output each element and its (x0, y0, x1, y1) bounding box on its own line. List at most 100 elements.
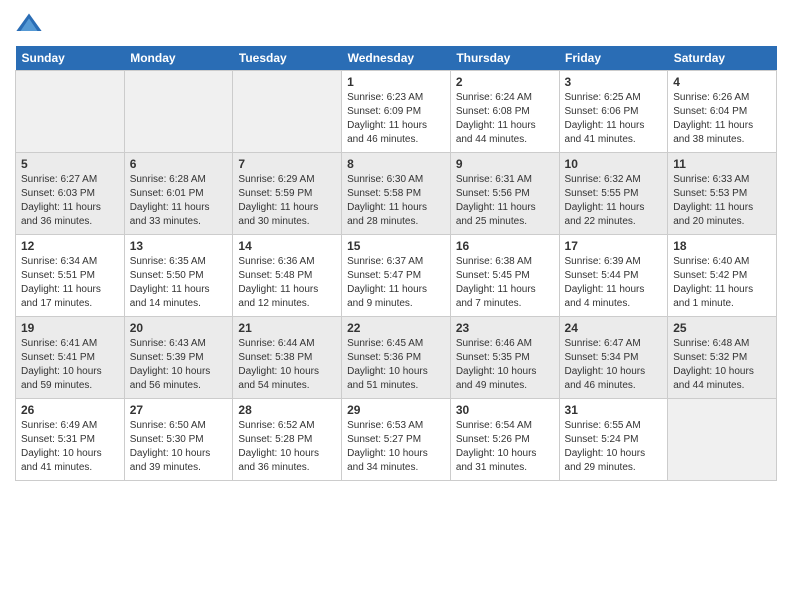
day-number: 13 (130, 239, 228, 253)
day-info: Sunrise: 6:35 AMSunset: 5:50 PMDaylight:… (130, 255, 228, 311)
day-info: Sunrise: 6:53 AMSunset: 5:27 PMDaylight:… (347, 419, 445, 475)
day-info: Sunrise: 6:27 AMSunset: 6:03 PMDaylight:… (21, 173, 119, 229)
day-info: Sunrise: 6:46 AMSunset: 5:35 PMDaylight:… (456, 337, 554, 393)
page-container: SundayMondayTuesdayWednesdayThursdayFrid… (0, 0, 792, 491)
calendar-cell (16, 71, 125, 153)
day-number: 28 (238, 403, 336, 417)
day-info: Sunrise: 6:50 AMSunset: 5:30 PMDaylight:… (130, 419, 228, 475)
calendar-cell: 24 Sunrise: 6:47 AMSunset: 5:34 PMDayligh… (559, 317, 668, 399)
calendar-cell: 30Sunrise: 6:54 AMSunset: 5:26 PMDayligh… (450, 399, 559, 481)
day-info: Sunrise: 6:54 AMSunset: 5:26 PMDaylight:… (456, 419, 554, 475)
calendar-cell: 27 Sunrise: 6:50 AMSunset: 5:30 PMDayligh… (124, 399, 233, 481)
day-number: 1 (347, 75, 445, 89)
calendar-row-3: 12 Sunrise: 6:34 AMSunset: 5:51 PMDayligh… (16, 235, 777, 317)
calendar-table: SundayMondayTuesdayWednesdayThursdayFrid… (15, 46, 777, 481)
day-info: Sunrise: 6:33 AMSunset: 5:53 PMDaylight:… (673, 173, 771, 229)
day-number: 19 (21, 321, 119, 335)
calendar-cell: 14 Sunrise: 6:36 AMSunset: 5:48 PMDayligh… (233, 235, 342, 317)
logo (15, 10, 46, 38)
calendar-row-5: 26 Sunrise: 6:49 AMSunset: 5:31 PMDayligh… (16, 399, 777, 481)
day-info: Sunrise: 6:29 AMSunset: 5:59 PMDaylight:… (238, 173, 336, 229)
calendar-cell: 12 Sunrise: 6:34 AMSunset: 5:51 PMDayligh… (16, 235, 125, 317)
weekday-header-thursday: Thursday (450, 46, 559, 71)
day-number: 24 (565, 321, 663, 335)
day-number: 4 (673, 75, 771, 89)
day-number: 21 (238, 321, 336, 335)
day-number: 9 (456, 157, 554, 171)
day-info: Sunrise: 6:38 AMSunset: 5:45 PMDaylight:… (456, 255, 554, 311)
calendar-cell: 6Sunrise: 6:28 AMSunset: 6:01 PMDaylight… (124, 153, 233, 235)
day-number: 6 (130, 157, 228, 171)
day-number: 27 (130, 403, 228, 417)
day-number: 31 (565, 403, 663, 417)
day-info: Sunrise: 6:44 AMSunset: 5:38 PMDaylight:… (238, 337, 336, 393)
day-info: Sunrise: 6:48 AMSunset: 5:32 PMDaylight:… (673, 337, 771, 393)
day-number: 8 (347, 157, 445, 171)
calendar-cell: 20Sunrise: 6:43 AMSunset: 5:39 PMDayligh… (124, 317, 233, 399)
calendar-cell: 15 Sunrise: 6:37 AMSunset: 5:47 PMDayligh… (342, 235, 451, 317)
day-info: Sunrise: 6:55 AMSunset: 5:24 PMDaylight:… (565, 419, 663, 475)
day-info: Sunrise: 6:36 AMSunset: 5:48 PMDaylight:… (238, 255, 336, 311)
day-number: 25 (673, 321, 771, 335)
calendar-cell: 4 Sunrise: 6:26 AMSunset: 6:04 PMDaylight… (668, 71, 777, 153)
calendar-row-2: 5 Sunrise: 6:27 AMSunset: 6:03 PMDaylight… (16, 153, 777, 235)
day-info: Sunrise: 6:34 AMSunset: 5:51 PMDaylight:… (21, 255, 119, 311)
day-info: Sunrise: 6:37 AMSunset: 5:47 PMDaylight:… (347, 255, 445, 311)
calendar-cell: 21 Sunrise: 6:44 AMSunset: 5:38 PMDayligh… (233, 317, 342, 399)
day-number: 29 (347, 403, 445, 417)
calendar-row-4: 19Sunrise: 6:41 AMSunset: 5:41 PMDayligh… (16, 317, 777, 399)
calendar-cell: 25 Sunrise: 6:48 AMSunset: 5:32 PMDayligh… (668, 317, 777, 399)
calendar-row-1: 1 Sunrise: 6:23 AMSunset: 6:09 PMDaylight… (16, 71, 777, 153)
day-number: 17 (565, 239, 663, 253)
day-number: 20 (130, 321, 228, 335)
calendar-cell: 5 Sunrise: 6:27 AMSunset: 6:03 PMDaylight… (16, 153, 125, 235)
calendar-cell: 22Sunrise: 6:45 AMSunset: 5:36 PMDayligh… (342, 317, 451, 399)
day-info: Sunrise: 6:47 AMSunset: 5:34 PMDaylight:… (565, 337, 663, 393)
day-info: Sunrise: 6:49 AMSunset: 5:31 PMDaylight:… (21, 419, 119, 475)
calendar-cell: 7 Sunrise: 6:29 AMSunset: 5:59 PMDaylight… (233, 153, 342, 235)
day-info: Sunrise: 6:30 AMSunset: 5:58 PMDaylight:… (347, 173, 445, 229)
calendar-cell: 10Sunrise: 6:32 AMSunset: 5:55 PMDayligh… (559, 153, 668, 235)
calendar-cell: 8 Sunrise: 6:30 AMSunset: 5:58 PMDaylight… (342, 153, 451, 235)
calendar-cell: 23Sunrise: 6:46 AMSunset: 5:35 PMDayligh… (450, 317, 559, 399)
calendar-cell: 19Sunrise: 6:41 AMSunset: 5:41 PMDayligh… (16, 317, 125, 399)
day-number: 18 (673, 239, 771, 253)
weekday-header-friday: Friday (559, 46, 668, 71)
calendar-header-row: SundayMondayTuesdayWednesdayThursdayFrid… (16, 46, 777, 71)
weekday-header-sunday: Sunday (16, 46, 125, 71)
day-info: Sunrise: 6:23 AMSunset: 6:09 PMDaylight:… (347, 91, 445, 147)
day-number: 16 (456, 239, 554, 253)
calendar-cell: 31 Sunrise: 6:55 AMSunset: 5:24 PMDayligh… (559, 399, 668, 481)
day-number: 3 (565, 75, 663, 89)
day-number: 26 (21, 403, 119, 417)
day-number: 15 (347, 239, 445, 253)
day-number: 11 (673, 157, 771, 171)
weekday-header-saturday: Saturday (668, 46, 777, 71)
weekday-header-wednesday: Wednesday (342, 46, 451, 71)
calendar-cell: 9 Sunrise: 6:31 AMSunset: 5:56 PMDaylight… (450, 153, 559, 235)
calendar-cell: 18 Sunrise: 6:40 AMSunset: 5:42 PMDayligh… (668, 235, 777, 317)
day-info: Sunrise: 6:52 AMSunset: 5:28 PMDaylight:… (238, 419, 336, 475)
day-number: 2 (456, 75, 554, 89)
calendar-cell (668, 399, 777, 481)
weekday-header-tuesday: Tuesday (233, 46, 342, 71)
day-info: Sunrise: 6:31 AMSunset: 5:56 PMDaylight:… (456, 173, 554, 229)
calendar-cell: 28 Sunrise: 6:52 AMSunset: 5:28 PMDayligh… (233, 399, 342, 481)
day-info: Sunrise: 6:25 AMSunset: 6:06 PMDaylight:… (565, 91, 663, 147)
day-number: 7 (238, 157, 336, 171)
day-number: 12 (21, 239, 119, 253)
calendar-cell: 2Sunrise: 6:24 AMSunset: 6:08 PMDaylight… (450, 71, 559, 153)
calendar-cell: 1 Sunrise: 6:23 AMSunset: 6:09 PMDaylight… (342, 71, 451, 153)
day-info: Sunrise: 6:26 AMSunset: 6:04 PMDaylight:… (673, 91, 771, 147)
day-info: Sunrise: 6:32 AMSunset: 5:55 PMDaylight:… (565, 173, 663, 229)
calendar-cell (233, 71, 342, 153)
day-info: Sunrise: 6:39 AMSunset: 5:44 PMDaylight:… (565, 255, 663, 311)
day-number: 14 (238, 239, 336, 253)
calendar-cell: 29 Sunrise: 6:53 AMSunset: 5:27 PMDayligh… (342, 399, 451, 481)
logo-icon (15, 10, 43, 38)
day-number: 5 (21, 157, 119, 171)
day-info: Sunrise: 6:40 AMSunset: 5:42 PMDaylight:… (673, 255, 771, 311)
calendar-cell: 13 Sunrise: 6:35 AMSunset: 5:50 PMDayligh… (124, 235, 233, 317)
calendar-cell: 3 Sunrise: 6:25 AMSunset: 6:06 PMDaylight… (559, 71, 668, 153)
calendar-cell: 26 Sunrise: 6:49 AMSunset: 5:31 PMDayligh… (16, 399, 125, 481)
